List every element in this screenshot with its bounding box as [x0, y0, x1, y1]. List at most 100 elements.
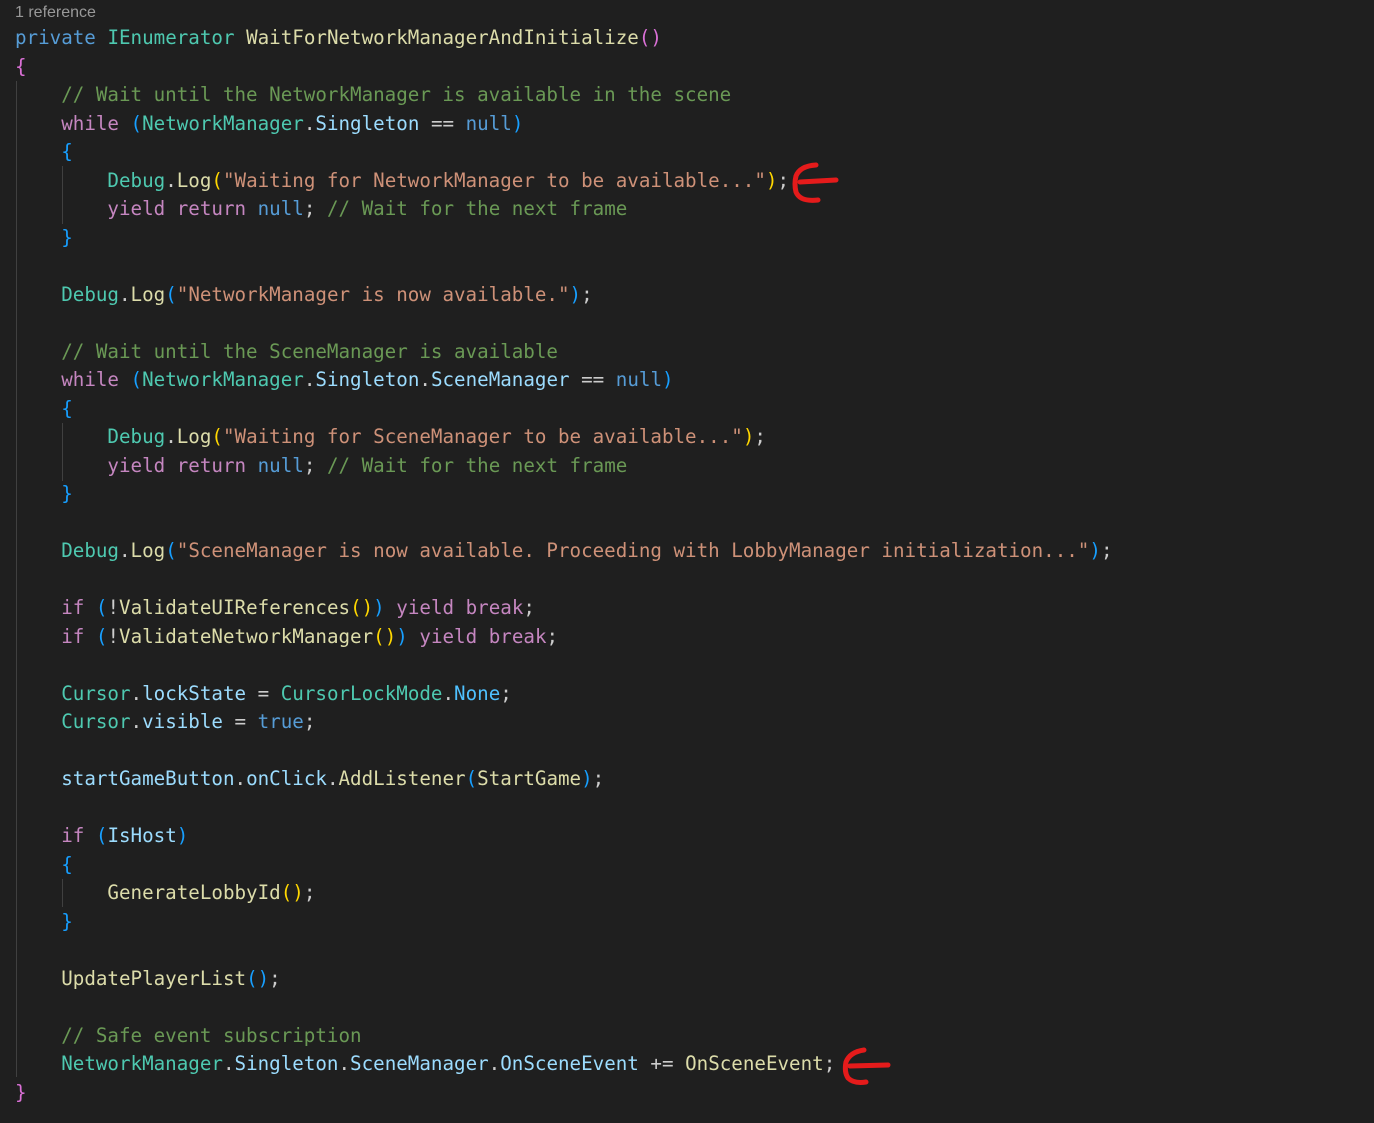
code-line[interactable]: Cursor.lockState = CursorLockMode.None;: [15, 680, 512, 709]
paren: (: [95, 596, 108, 619]
code-line[interactable]: if (!ValidateUIReferences()) yield break…: [15, 594, 535, 623]
red-arrow-icon: [842, 1047, 891, 1085]
method-startgame: StartGame: [477, 767, 582, 790]
prop-singleton: Singleton: [315, 111, 420, 135]
keyword-return: return: [176, 453, 247, 477]
type-networkmanager: NetworkManager: [142, 111, 304, 135]
code-line[interactable]: if (!ValidateNetworkManager()) yield bre…: [15, 623, 558, 652]
paren: ): [569, 282, 582, 306]
keyword-if: if: [61, 596, 85, 619]
code-line[interactable]: }: [15, 224, 73, 253]
paren: (: [165, 539, 177, 562]
brace-close: }: [15, 1080, 27, 1104]
paren: (): [350, 596, 374, 619]
code-line[interactable]: {: [15, 851, 73, 880]
type-cursorlockmode: CursorLockMode: [280, 681, 443, 705]
string-literal: "Waiting for SceneManager to be availabl…: [222, 425, 743, 448]
brace-open: {: [61, 852, 73, 876]
enum-none: None: [454, 681, 501, 705]
prop-onclick: onClick: [246, 767, 327, 790]
keyword-null: null: [615, 368, 663, 391]
dot: .: [488, 1052, 501, 1075]
keyword-yield: yield: [107, 197, 166, 220]
code-line[interactable]: Debug.Log("SceneManager is now available…: [15, 537, 1113, 566]
operator: ==: [581, 368, 605, 391]
code-line[interactable]: while (NetworkManager.Singleton == null): [15, 110, 523, 139]
code-line[interactable]: // Safe event subscription: [15, 1022, 362, 1051]
dot: .: [419, 368, 431, 391]
semicolon: ;: [303, 881, 316, 904]
code-editor[interactable]: 1 reference private IEnumerator WaitForN…: [0, 0, 1374, 1123]
method-generatelobbyid: GenerateLobbyId: [107, 881, 281, 904]
dot: .: [234, 767, 247, 790]
semicolon: ;: [546, 624, 559, 648]
paren: (): [373, 624, 397, 648]
brace-open: {: [15, 54, 27, 78]
brace-close: }: [61, 225, 73, 249]
comment: // Wait until the NetworkManager is avai…: [61, 83, 732, 106]
prop-singleton: Singleton: [234, 1052, 339, 1075]
code-line[interactable]: Debug.Log("Waiting for SceneManager to b…: [15, 423, 766, 452]
keyword-null: null: [465, 111, 512, 135]
code-line[interactable]: Debug.Log("NetworkManager is now availab…: [15, 281, 593, 310]
method-validate-nm: ValidateNetworkManager: [119, 624, 374, 648]
semicolon: ;: [303, 453, 316, 477]
code-line[interactable]: private IEnumerator WaitForNetworkManage…: [15, 24, 662, 53]
type-networkmanager: NetworkManager: [61, 1052, 223, 1075]
keyword-if: if: [61, 624, 85, 648]
operator: =: [257, 681, 270, 705]
paren: (: [95, 824, 108, 847]
dot: .: [442, 681, 455, 705]
prop-scenemanager: SceneManager: [430, 368, 570, 391]
dot: .: [118, 539, 131, 562]
brace-open: {: [61, 396, 73, 420]
keyword-true: true: [257, 710, 304, 733]
semicolon: ;: [1100, 539, 1113, 562]
paren: ): [662, 368, 674, 391]
paren: ): [1089, 539, 1101, 562]
code-line[interactable]: startGameButton.onClick.AddListener(Star…: [15, 765, 604, 794]
dot: .: [338, 1052, 351, 1075]
code-line[interactable]: NetworkManager.Singleton.SceneManager.On…: [15, 1050, 835, 1079]
red-arrow-icon: [792, 162, 839, 203]
code-line[interactable]: while (NetworkManager.Singleton.SceneMan…: [15, 366, 674, 395]
code-line[interactable]: {: [15, 395, 73, 424]
comment: // Safe event subscription: [61, 1023, 362, 1047]
codelens-references[interactable]: 1 reference: [15, 2, 96, 24]
code-line[interactable]: GenerateLobbyId();: [15, 879, 315, 908]
operator-not: !: [107, 596, 120, 619]
code-line[interactable]: }: [15, 1079, 27, 1108]
semicolon: ;: [303, 197, 316, 220]
code-line[interactable]: {: [15, 138, 73, 167]
paren: (: [165, 282, 177, 306]
code-line[interactable]: yield return null; // Wait for the next …: [15, 452, 627, 481]
prop-ishost: IsHost: [107, 824, 177, 847]
keyword-null: null: [257, 453, 304, 477]
code-line[interactable]: Debug.Log("Waiting for NetworkManager to…: [15, 167, 789, 196]
code-line[interactable]: // Wait until the NetworkManager is avai…: [15, 81, 731, 110]
string-literal: "SceneManager is now available. Proceedi…: [176, 539, 1090, 562]
keyword-break: break: [465, 596, 524, 619]
paren: ): [765, 168, 778, 192]
code-line[interactable]: }: [15, 480, 73, 509]
method-updateplayerlist: UpdatePlayerList: [61, 966, 247, 990]
code-line[interactable]: // Wait until the SceneManager is availa…: [15, 338, 558, 367]
semicolon: ;: [581, 282, 593, 306]
paren: ): [742, 425, 755, 448]
brace-close: }: [61, 482, 73, 505]
keyword-while: while: [61, 111, 119, 135]
code-line[interactable]: }: [15, 908, 73, 937]
code-line[interactable]: UpdatePlayerList();: [15, 965, 281, 994]
dot: .: [130, 710, 143, 733]
code-line[interactable]: if (IsHost): [15, 822, 188, 851]
code-line[interactable]: Cursor.visible = true;: [15, 708, 315, 737]
type-debug: Debug: [107, 168, 166, 192]
dot: .: [165, 168, 177, 192]
code-line[interactable]: {: [15, 53, 27, 82]
semicolon: ;: [754, 425, 766, 448]
type-cursor: Cursor: [61, 681, 131, 705]
keyword-null: null: [257, 197, 304, 220]
operator: ==: [430, 111, 455, 135]
code-line[interactable]: yield return null; // Wait for the next …: [15, 195, 627, 224]
comment: // Wait for the next frame: [326, 197, 628, 220]
